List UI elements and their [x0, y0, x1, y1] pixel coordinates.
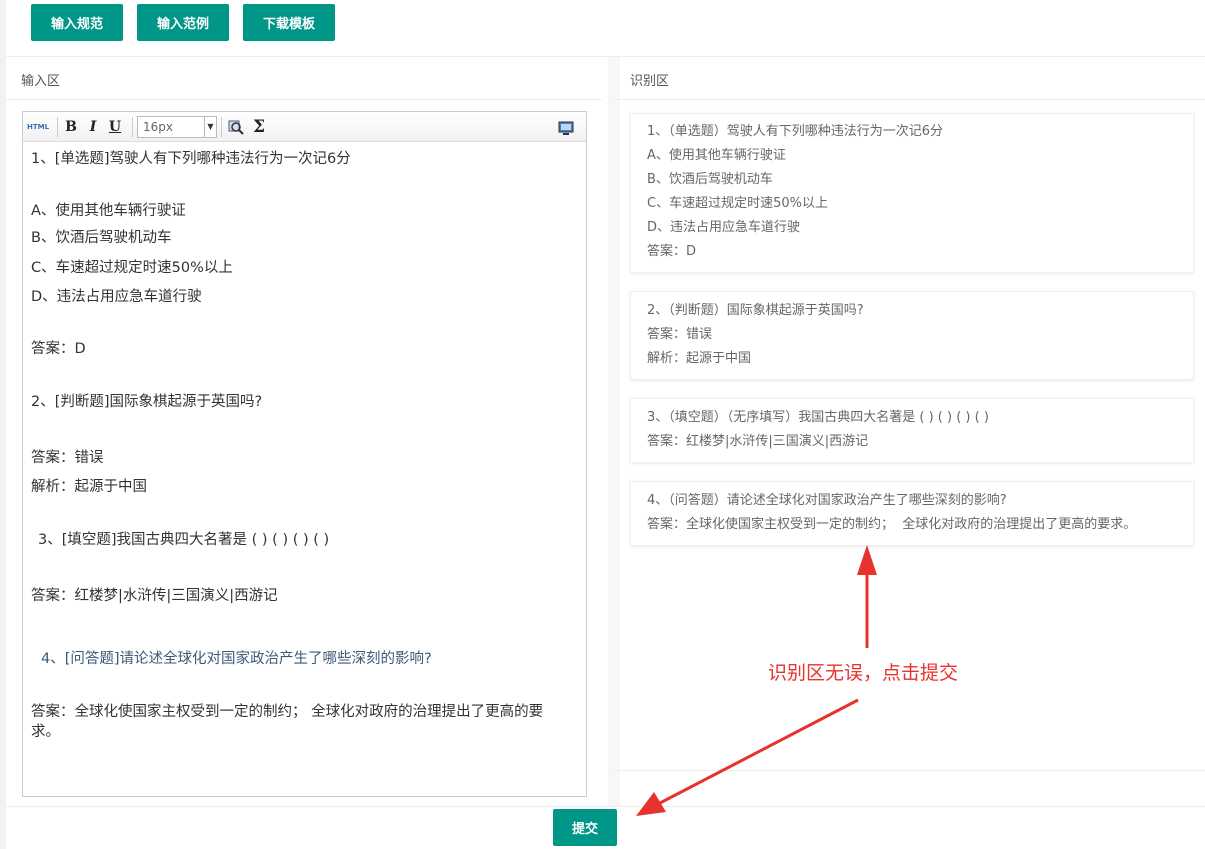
font-size-value: 16px	[143, 119, 173, 134]
annotation-text: 识别区无误，点击提交	[768, 662, 959, 684]
card-line: A、使用其他车辆行驶证	[647, 148, 786, 163]
editor-line: C、车速超过规定时速50%以上	[31, 260, 233, 276]
toolbar-separator	[57, 116, 58, 137]
recognition-panel-title: 识别区	[630, 74, 670, 89]
editor-line: 2、[判断题]国际象棋起源于英国吗?	[31, 394, 263, 410]
top-toolbar: 输入规范 输入范例 下载模板	[6, 0, 1205, 57]
card-line: C、车速超过规定时速50%以上	[647, 196, 828, 211]
toolbar-separator	[221, 116, 222, 137]
download-template-button[interactable]: 下载模板	[243, 4, 335, 41]
font-size-select[interactable]: 16px ▼	[137, 115, 217, 138]
input-panel-title: 输入区	[21, 74, 61, 89]
card-line: B、饮酒后驾驶机动车	[647, 172, 773, 187]
input-spec-button[interactable]: 输入规范	[31, 4, 123, 41]
editor-line: A、使用其他车辆行驶证	[31, 203, 186, 219]
card-line: 4、（问答题）请论述全球化对国家政治产生了哪些深刻的影响?	[647, 493, 1007, 508]
underline-icon[interactable]: U	[106, 116, 124, 138]
chevron-down-icon: ▼	[204, 116, 216, 137]
editor-line: 3、[填空题]我国古典四大名著是 ( ) ( ) ( ) ( )	[38, 532, 330, 548]
card-line: 解析：起源于中国	[647, 351, 752, 366]
editor-line: 答案：全球化使国家主权受到一定的制约； 全球化对政府的治理提出了更高的要求。	[31, 704, 544, 740]
editor-line: 1、[单选题]驾驶人有下列哪种违法行为一次记6分	[31, 151, 351, 167]
recognition-card: 4、（问答题）请论述全球化对国家政治产生了哪些深刻的影响? 答案：全球化使国家主…	[630, 481, 1194, 546]
editor-line: 解析：起源于中国	[31, 479, 147, 495]
recognition-card: 1、（单选题）驾驶人有下列哪种违法行为一次记6分 A、使用其他车辆行驶证 B、饮…	[630, 113, 1194, 273]
card-line: 答案：红楼梦|水浒传|三国演义|西游记	[647, 434, 869, 449]
editor-line: D、违法占用应急车道行驶	[31, 289, 202, 305]
page: 输入规范 输入范例 下载模板 输入区 识别区 HTML B I U 16px ▼…	[6, 0, 1205, 849]
preview-icon[interactable]	[226, 116, 246, 138]
editor-toolbar: HTML B I U 16px ▼ Σ	[23, 112, 586, 142]
bottom-bar: 提交	[6, 806, 1205, 849]
recognition-panel-divider	[614, 99, 1205, 100]
card-line: 答案：D	[647, 244, 697, 259]
input-panel-divider	[6, 99, 602, 100]
card-line: D、违法占用应急车道行驶	[647, 220, 801, 235]
card-line: 3、（填空题）（无序填写）我国古典四大名著是 ( ) ( ) ( ) ( )	[647, 410, 989, 425]
recognition-card: 2、（判断题）国际象棋起源于英国吗? 答案：错误 解析：起源于中国	[630, 291, 1194, 380]
recognition-panel-bottom	[614, 770, 1205, 771]
card-line: 2、（判断题）国际象棋起源于英国吗?	[647, 303, 864, 318]
input-example-button[interactable]: 输入范例	[137, 4, 229, 41]
editor-line: 答案：D	[31, 341, 86, 357]
italic-icon[interactable]: I	[84, 116, 102, 138]
column-divider	[608, 57, 620, 807]
editor-line: 4、[问答题]请论述全球化对国家政治产生了哪些深刻的影响?	[41, 651, 432, 667]
editor-line: 答案：错误	[31, 450, 104, 466]
html-source-icon[interactable]: HTML	[27, 116, 49, 138]
submit-button[interactable]: 提交	[553, 809, 617, 846]
card-line: 答案：错误	[647, 327, 713, 342]
card-line: 1、（单选题）驾驶人有下列哪种违法行为一次记6分	[647, 124, 944, 139]
bold-icon[interactable]: B	[62, 116, 80, 138]
editor-line: B、饮酒后驾驶机动车	[31, 230, 172, 246]
editor-line: 答案：红楼梦|水浒传|三国演义|西游记	[31, 588, 278, 604]
card-line: 答案：全球化使国家主权受到一定的制约； 全球化对政府的治理提出了更高的要求。	[647, 517, 1137, 532]
toolbar-separator	[132, 116, 133, 137]
sigma-icon[interactable]: Σ	[250, 116, 268, 138]
fullscreen-icon[interactable]	[558, 117, 574, 139]
recognition-card: 3、（填空题）（无序填写）我国古典四大名著是 ( ) ( ) ( ) ( ) 答…	[630, 398, 1194, 463]
